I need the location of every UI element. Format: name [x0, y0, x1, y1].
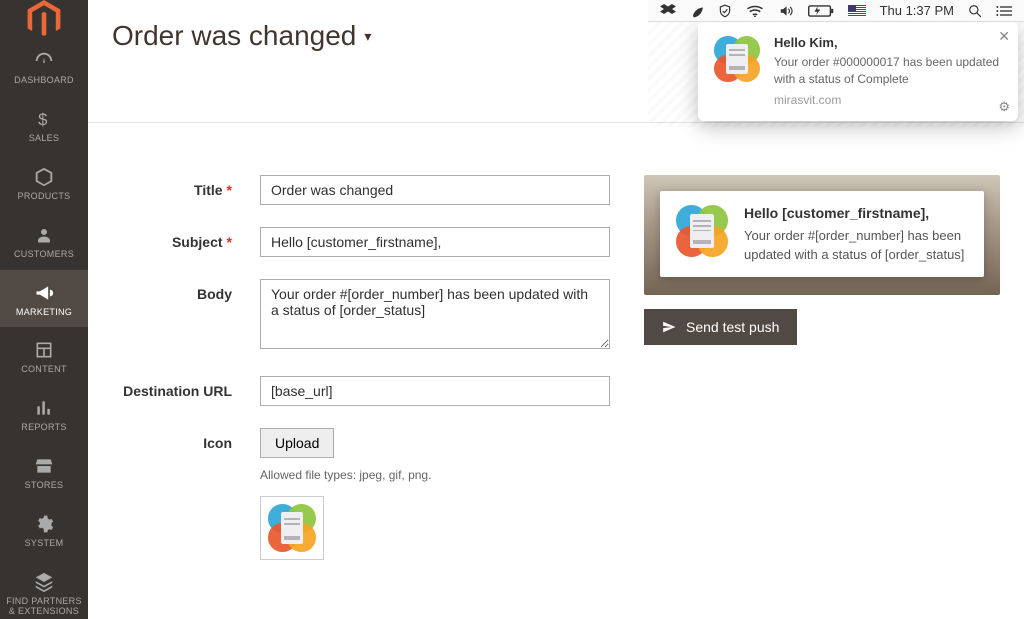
notification-app-icon: [712, 34, 762, 84]
partners-icon: [33, 571, 55, 593]
sidebar-item-marketing[interactable]: MARKETING: [0, 270, 88, 328]
sidebar-item-label: SALES: [29, 134, 60, 144]
body-input[interactable]: Your order #[order_number] has been upda…: [260, 279, 610, 349]
page-title-text: Order was changed: [112, 20, 356, 52]
form: Title* Subject* Body Your order #[order_…: [120, 175, 610, 582]
sidebar-item-label: DASHBOARD: [14, 76, 74, 86]
admin-sidebar: DASHBOARD $ SALES PRODUCTS CUSTOMERS MARKETIN…: [0, 0, 88, 619]
list-icon[interactable]: [996, 5, 1012, 17]
reports-icon: [34, 397, 54, 419]
system-icon: [34, 513, 54, 535]
leaf-icon[interactable]: [690, 4, 704, 18]
os-notification-body: Your order #000000017 has been updated w…: [774, 55, 999, 86]
sidebar-item-customers[interactable]: CUSTOMERS: [0, 212, 88, 270]
subject-label: Subject: [172, 234, 223, 250]
destination-url-label: Destination URL: [123, 383, 232, 399]
battery-icon[interactable]: [808, 5, 834, 17]
paper-plane-icon: [662, 320, 676, 334]
products-icon: [33, 166, 55, 188]
sidebar-item-label: CONTENT: [21, 365, 67, 375]
sidebar-item-system[interactable]: SYSTEM: [0, 501, 88, 559]
sidebar-item-sales[interactable]: $ SALES: [0, 96, 88, 154]
marketing-icon: [33, 282, 55, 304]
upload-button[interactable]: Upload: [260, 428, 334, 458]
caret-down-icon: ▾: [364, 28, 371, 45]
preview-body: Your order #[order_number] has been upda…: [744, 228, 964, 262]
svg-text:$: $: [38, 110, 47, 129]
menubar-clock[interactable]: Thu 1:37 PM: [880, 3, 954, 18]
title-input[interactable]: [260, 175, 610, 205]
icon-preview[interactable]: [260, 496, 324, 560]
body-label: Body: [197, 286, 232, 302]
sidebar-item-reports[interactable]: REPORTS: [0, 385, 88, 443]
stores-icon: [33, 455, 55, 477]
close-icon[interactable]: ✕: [998, 28, 1010, 45]
os-notification: ✕ ⚙ Hello Kim, Your order #000000017 has…: [698, 22, 1018, 121]
destination-url-input[interactable]: [260, 376, 610, 406]
dropbox-icon[interactable]: [660, 4, 676, 18]
sidebar-item-products[interactable]: PRODUCTS: [0, 154, 88, 212]
sidebar-item-label: SYSTEM: [25, 539, 64, 549]
required-asterisk: *: [227, 182, 232, 198]
upload-hint: Allowed file types: jpeg, gif, png.: [260, 468, 610, 482]
wifi-icon[interactable]: [746, 5, 764, 17]
sidebar-item-partners[interactable]: FIND PARTNERS& EXTENSIONS: [0, 559, 88, 619]
macos-menubar: Thu 1:37 PM: [648, 0, 1024, 22]
preview-notification: Hello [customer_firstname], Your order #…: [660, 191, 984, 277]
gear-icon[interactable]: ⚙: [998, 99, 1010, 115]
spotlight-icon[interactable]: [968, 4, 982, 18]
icon-label: Icon: [203, 435, 232, 451]
sidebar-item-label: FIND PARTNERS& EXTENSIONS: [6, 597, 82, 617]
sidebar-item-content[interactable]: CONTENT: [0, 327, 88, 385]
preview-backdrop: Hello [customer_firstname], Your order #…: [644, 175, 1000, 295]
required-asterisk: *: [227, 234, 232, 250]
send-test-push-label: Send test push: [686, 319, 779, 335]
shield-icon[interactable]: [718, 4, 732, 18]
customers-icon: [35, 224, 53, 246]
volume-icon[interactable]: [778, 4, 794, 18]
preview-app-icon: [674, 203, 730, 259]
title-label: Title: [194, 182, 223, 198]
subject-input[interactable]: [260, 227, 610, 257]
content-icon: [34, 339, 54, 361]
sidebar-item-stores[interactable]: STORES: [0, 443, 88, 501]
sidebar-item-label: REPORTS: [21, 423, 66, 433]
sidebar-item-label: CUSTOMERS: [14, 250, 74, 260]
flag-icon[interactable]: [848, 5, 866, 17]
preview-subject: Hello [customer_firstname],: [744, 203, 970, 223]
os-notification-title: Hello Kim,: [774, 34, 1004, 52]
sales-icon: $: [34, 108, 54, 130]
preview-panel: Hello [customer_firstname], Your order #…: [644, 175, 1000, 582]
os-notification-card[interactable]: ✕ ⚙ Hello Kim, Your order #000000017 has…: [698, 22, 1018, 121]
sidebar-item-label: MARKETING: [16, 308, 72, 318]
sidebar-item-dashboard[interactable]: DASHBOARD: [0, 38, 88, 96]
sidebar-item-label: STORES: [25, 481, 64, 491]
sidebar-item-label: PRODUCTS: [18, 192, 71, 202]
os-notification-domain: mirasvit.com: [774, 92, 1004, 109]
magento-logo[interactable]: [0, 0, 88, 38]
dashboard-icon: [33, 50, 55, 72]
send-test-push-button[interactable]: Send test push: [644, 309, 797, 345]
